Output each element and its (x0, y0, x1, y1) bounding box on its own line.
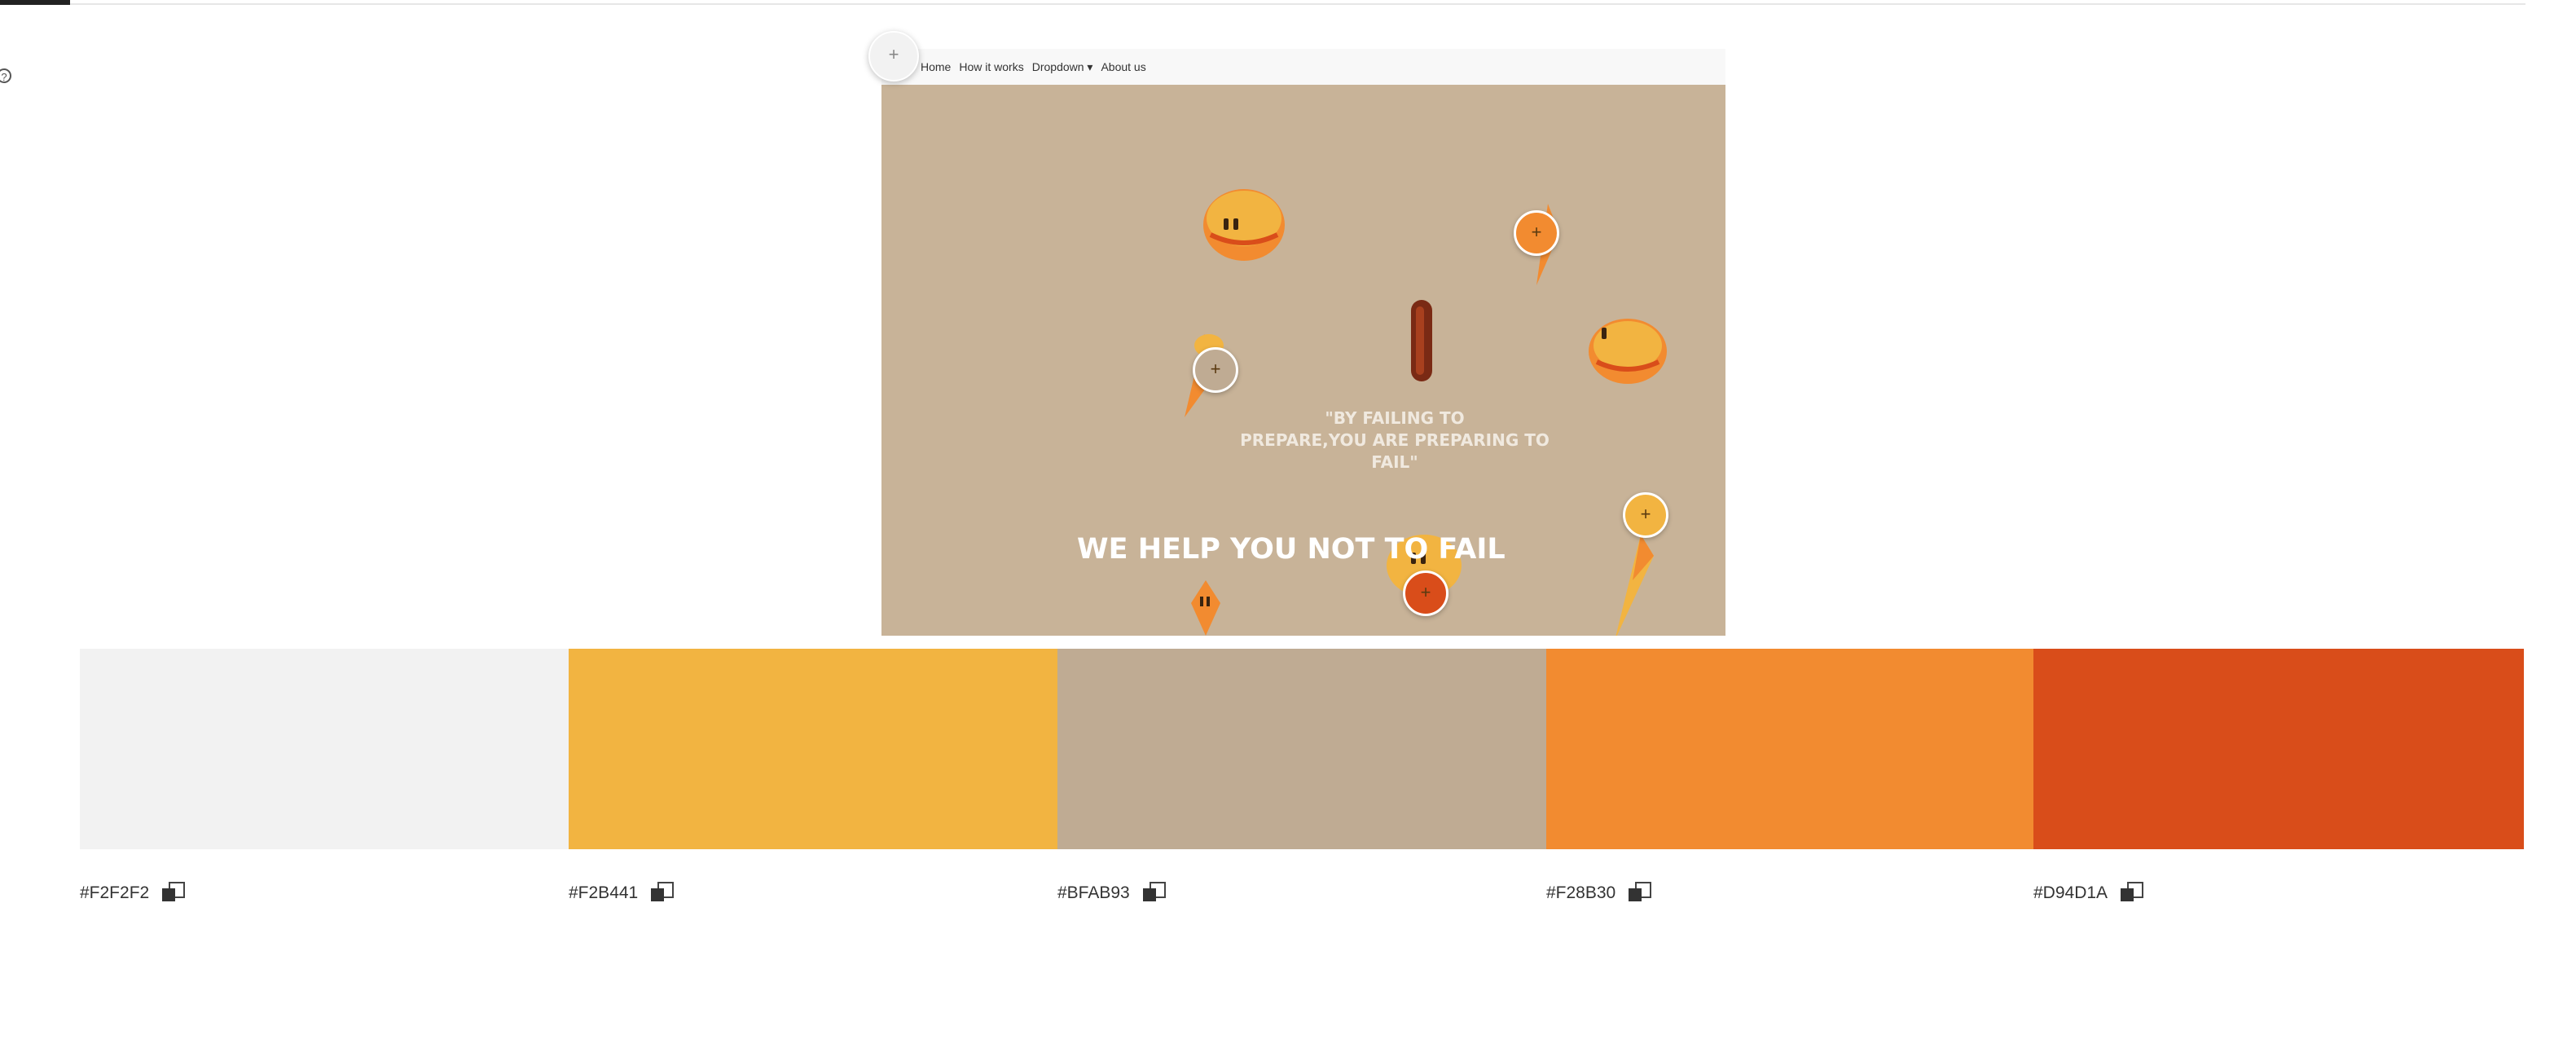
active-tab-indicator[interactable] (0, 0, 70, 5)
palette-swatch-4[interactable] (1546, 649, 2035, 849)
nav-item-home: Home (921, 60, 952, 73)
color-marker-yellow[interactable]: + (1623, 492, 1668, 538)
hero-headline: WE HELP YOU NOT TO FAIL (1077, 533, 1506, 566)
palette-hex-2: #F2B441 (569, 882, 675, 905)
copy-icon[interactable] (651, 882, 675, 905)
add-color-marker-button[interactable]: + (868, 31, 919, 81)
ice-cream-illustration-bottom-right (1615, 535, 1654, 636)
palette-swatch-2[interactable] (569, 649, 1057, 849)
top-divider (0, 3, 2525, 5)
hex-label: #F28B30 (1546, 883, 1616, 902)
hotdog-illustration (1411, 300, 1432, 381)
palette-swatch-1[interactable] (80, 649, 569, 849)
quote-line-2: PREPARE,YOU ARE PREPARING TO FAIL" (1240, 430, 1550, 472)
help-icon[interactable]: ? (0, 68, 11, 83)
palette-hex-3: #BFAB93 (1057, 882, 1166, 905)
quote-line-1: "BY FAILING TO (1325, 408, 1465, 428)
hex-label: #BFAB93 (1057, 883, 1130, 902)
copy-icon[interactable] (162, 882, 186, 905)
copy-icon[interactable] (1142, 882, 1166, 905)
copy-icon[interactable] (2121, 882, 2144, 905)
burger-illustration (1203, 189, 1285, 261)
color-marker-red-orange[interactable]: + (1403, 570, 1448, 616)
copy-icon[interactable] (1629, 882, 1652, 905)
nav-item-dropdown: Dropdown ▾ (1031, 59, 1093, 73)
palette-hex-5: #D94D1A (2033, 882, 2144, 905)
nav-item-how-it-works: How it works (959, 60, 1024, 73)
hex-label: #F2B441 (569, 883, 639, 902)
preview-navbar: Home How it works Dropdown ▾ About us (881, 49, 1725, 85)
nav-item-about-us: About us (1101, 60, 1146, 73)
color-marker-orange[interactable]: + (1514, 210, 1559, 256)
palette-hex-1: #F2F2F2 (80, 882, 186, 905)
palette-hex-4: #F28B30 (1546, 882, 1652, 905)
burger-illustration-right (1589, 319, 1667, 384)
hex-label: #D94D1A (2033, 883, 2108, 902)
image-preview: Home How it works Dropdown ▾ About us "B… (881, 49, 1725, 636)
palette-swatch-5[interactable] (2033, 649, 2524, 849)
quote-text: "BY FAILING TO PREPARE,YOU ARE PREPARING… (1224, 407, 1566, 474)
color-marker-beige[interactable]: + (1193, 347, 1238, 393)
hex-label: #F2F2F2 (80, 883, 150, 902)
palette-swatch-3[interactable] (1057, 649, 1546, 849)
ice-cream-illustration-bottom (1191, 580, 1220, 636)
